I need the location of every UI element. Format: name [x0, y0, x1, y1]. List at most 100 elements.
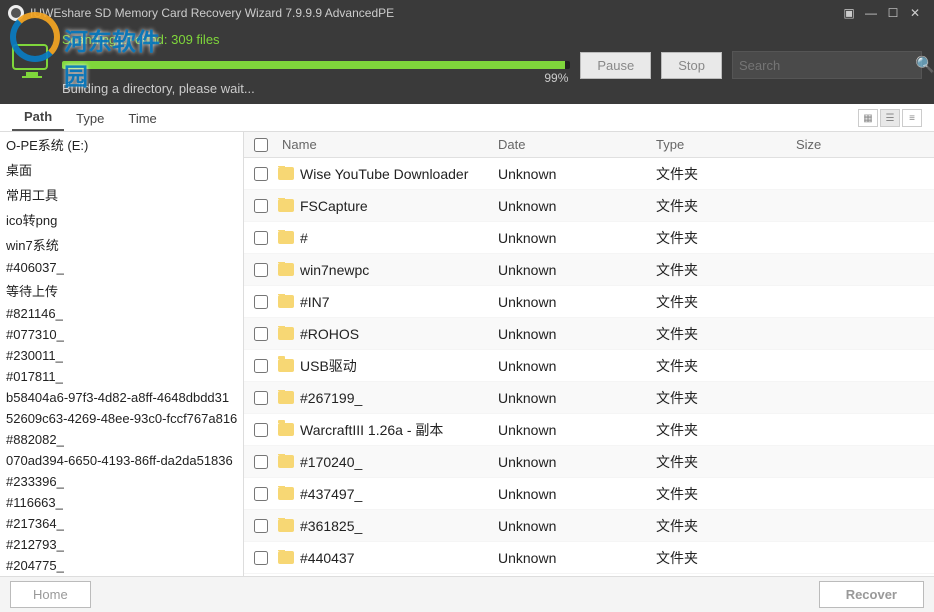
- folder-tree[interactable]: O-PE系统 (E:)桌面常用工具ico转pngwin7系统#406037_等待…: [0, 132, 244, 576]
- view-detail-button[interactable]: ≡: [902, 109, 922, 127]
- titlebar: IUWEshare SD Memory Card Recovery Wizard…: [0, 0, 934, 26]
- window-restore-button[interactable]: ▣: [838, 2, 860, 24]
- folder-icon: [278, 455, 294, 468]
- row-date: Unknown: [498, 198, 656, 214]
- row-type: 文件夹: [656, 548, 796, 568]
- folder-icon: [278, 231, 294, 244]
- col-date[interactable]: Date: [498, 137, 656, 152]
- tree-item[interactable]: 常用工具: [0, 182, 243, 207]
- row-type: 文件夹: [656, 356, 796, 376]
- home-button[interactable]: Home: [10, 581, 91, 608]
- table-row[interactable]: #361825_Unknown文件夹: [244, 510, 934, 542]
- row-checkbox[interactable]: [254, 295, 268, 309]
- row-name: #440437: [300, 550, 355, 566]
- table-row[interactable]: #440437Unknown文件夹: [244, 542, 934, 574]
- row-checkbox[interactable]: [254, 551, 268, 565]
- progress-bar: [62, 61, 570, 69]
- progress-percent: 99%: [544, 71, 568, 85]
- tree-item[interactable]: O-PE系统 (E:): [0, 132, 243, 157]
- view-tabs: Path Type Time ▦ ☰ ≡: [0, 104, 934, 132]
- col-size[interactable]: Size: [796, 137, 934, 152]
- row-name: WarcraftIII 1.26a - 副本: [300, 420, 443, 440]
- col-name[interactable]: Name: [278, 137, 498, 152]
- table-row[interactable]: #ROHOSUnknown文件夹: [244, 318, 934, 350]
- row-date: Unknown: [498, 166, 656, 182]
- table-row[interactable]: #170240_Unknown文件夹: [244, 446, 934, 478]
- folder-icon: [278, 359, 294, 372]
- tree-item[interactable]: #217364_: [0, 513, 243, 534]
- row-checkbox[interactable]: [254, 423, 268, 437]
- row-name: Wise YouTube Downloader: [300, 166, 468, 182]
- tree-item[interactable]: #233396_: [0, 471, 243, 492]
- row-name: #361825_: [300, 518, 362, 534]
- row-checkbox[interactable]: [254, 263, 268, 277]
- tree-item[interactable]: #017811_: [0, 366, 243, 387]
- main-split: O-PE系统 (E:)桌面常用工具ico转pngwin7系统#406037_等待…: [0, 132, 934, 576]
- view-list-button[interactable]: ☰: [880, 109, 900, 127]
- table-row[interactable]: FSCaptureUnknown文件夹: [244, 190, 934, 222]
- tab-type[interactable]: Type: [64, 106, 116, 131]
- tree-item[interactable]: #116663_: [0, 492, 243, 513]
- row-checkbox[interactable]: [254, 391, 268, 405]
- row-checkbox[interactable]: [254, 519, 268, 533]
- folder-icon: [278, 391, 294, 404]
- row-checkbox[interactable]: [254, 359, 268, 373]
- tree-item[interactable]: ico转png: [0, 207, 243, 232]
- build-status-text: Building a directory, please wait...: [62, 81, 922, 96]
- tab-time[interactable]: Time: [116, 106, 168, 131]
- tree-item[interactable]: 等待上传: [0, 278, 243, 303]
- row-name: #IN7: [300, 294, 330, 310]
- tree-item[interactable]: #077310_: [0, 324, 243, 345]
- table-body: Wise YouTube DownloaderUnknown文件夹FSCaptu…: [244, 158, 934, 574]
- tree-item[interactable]: #204775_: [0, 555, 243, 576]
- row-date: Unknown: [498, 486, 656, 502]
- tree-item[interactable]: 桌面: [0, 157, 243, 182]
- table-row[interactable]: #IN7Unknown文件夹: [244, 286, 934, 318]
- row-checkbox[interactable]: [254, 231, 268, 245]
- select-all-checkbox[interactable]: [254, 138, 268, 152]
- row-date: Unknown: [498, 454, 656, 470]
- row-date: Unknown: [498, 518, 656, 534]
- table-row[interactable]: win7newpcUnknown文件夹: [244, 254, 934, 286]
- search-input[interactable]: [739, 58, 915, 73]
- tree-item[interactable]: #821146_: [0, 303, 243, 324]
- row-checkbox[interactable]: [254, 455, 268, 469]
- col-type[interactable]: Type: [656, 137, 796, 152]
- row-checkbox[interactable]: [254, 327, 268, 341]
- folder-icon: [278, 519, 294, 532]
- table-row[interactable]: USB驱动Unknown文件夹: [244, 350, 934, 382]
- tree-item[interactable]: 52609c63-4269-48ee-93c0-fccf767a816: [0, 408, 243, 429]
- app-icon: [8, 5, 24, 21]
- folder-icon: [278, 423, 294, 436]
- table-row[interactable]: Wise YouTube DownloaderUnknown文件夹: [244, 158, 934, 190]
- tree-item[interactable]: #406037_: [0, 257, 243, 278]
- pause-button[interactable]: Pause: [580, 52, 651, 79]
- stop-button[interactable]: Stop: [661, 52, 722, 79]
- window-title: IUWEshare SD Memory Card Recovery Wizard…: [30, 6, 838, 20]
- tree-item[interactable]: 070ad394-6650-4193-86ff-da2da51836: [0, 450, 243, 471]
- tab-path[interactable]: Path: [12, 104, 64, 131]
- tree-item[interactable]: #212793_: [0, 534, 243, 555]
- table-row[interactable]: #Unknown文件夹: [244, 222, 934, 254]
- view-grid-button[interactable]: ▦: [858, 109, 878, 127]
- row-checkbox[interactable]: [254, 167, 268, 181]
- row-checkbox[interactable]: [254, 487, 268, 501]
- window-minimize-button[interactable]: —: [860, 2, 882, 24]
- row-checkbox[interactable]: [254, 199, 268, 213]
- table-row[interactable]: WarcraftIII 1.26a - 副本Unknown文件夹: [244, 414, 934, 446]
- window-maximize-button[interactable]: ☐: [882, 2, 904, 24]
- tree-item[interactable]: #882082_: [0, 429, 243, 450]
- table-row[interactable]: #267199_Unknown文件夹: [244, 382, 934, 414]
- row-name: win7newpc: [300, 262, 369, 278]
- tree-item[interactable]: b58404a6-97f3-4d82-a8ff-4648dbdd31: [0, 387, 243, 408]
- window-close-button[interactable]: ✕: [904, 2, 926, 24]
- search-box[interactable]: 🔍: [732, 51, 922, 79]
- tree-item[interactable]: #230011_: [0, 345, 243, 366]
- table-row[interactable]: #437497_Unknown文件夹: [244, 478, 934, 510]
- folder-icon: [278, 263, 294, 276]
- recover-button[interactable]: Recover: [819, 581, 924, 608]
- row-type: 文件夹: [656, 196, 796, 216]
- tree-item[interactable]: win7系统: [0, 232, 243, 257]
- row-date: Unknown: [498, 326, 656, 342]
- search-icon[interactable]: 🔍: [915, 55, 934, 75]
